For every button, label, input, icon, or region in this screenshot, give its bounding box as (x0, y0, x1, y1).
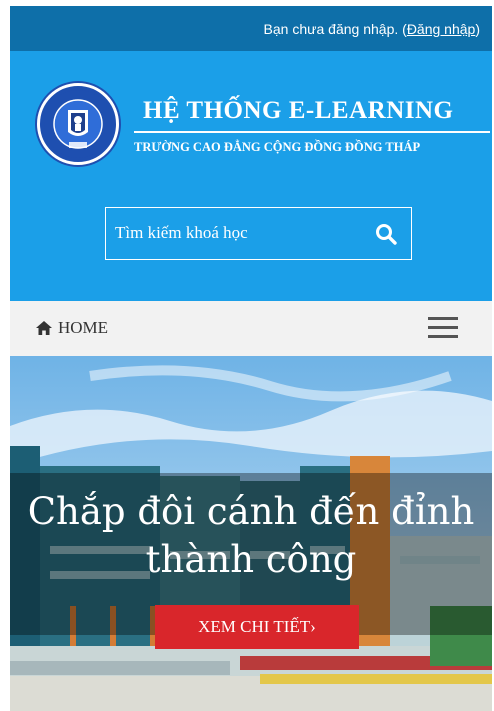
view-details-button[interactable]: XEM CHI TIẾT› (155, 605, 359, 649)
search-input[interactable]: Tìm kiếm khoá học (115, 223, 248, 243)
hero-banner: Chắp đôi cánh đến đỉnh thành công XEM CH… (10, 356, 492, 711)
home-icon (36, 321, 52, 335)
nav-home-link[interactable]: HOME (36, 318, 108, 338)
login-bar: Bạn chưa đăng nhập. ( Đăng nhập ) (10, 6, 492, 51)
login-link[interactable]: Đăng nhập (407, 21, 476, 37)
page: Bạn chưa đăng nhập. ( Đăng nhập ) HỆ THỐ… (0, 0, 494, 711)
site-subtitle: TRƯỜNG CAO ĐẲNG CỘNG ĐỒNG ĐỒNG THÁP (134, 140, 421, 154)
site-title: HỆ THỐNG E-LEARNING (143, 97, 454, 124)
search-icon[interactable] (375, 223, 397, 245)
site-header: HỆ THỐNG E-LEARNING TRƯỜNG CAO ĐẲNG CỘNG… (10, 51, 492, 301)
title-divider (134, 131, 490, 133)
course-search-box[interactable]: Tìm kiếm khoá học (105, 207, 412, 260)
login-close-paren: ) (475, 20, 480, 37)
app-frame: Bạn chưa đăng nhập. ( Đăng nhập ) HỆ THỐ… (10, 6, 492, 711)
hero-heading: Chắp đôi cánh đến đỉnh thành công (27, 490, 475, 581)
hamburger-menu-icon[interactable] (428, 315, 458, 341)
school-logo-icon[interactable] (37, 83, 119, 165)
main-nav: HOME (10, 301, 492, 356)
nav-home-label: HOME (58, 318, 109, 337)
login-status-text: Bạn chưa đăng nhập. ( (263, 20, 407, 37)
